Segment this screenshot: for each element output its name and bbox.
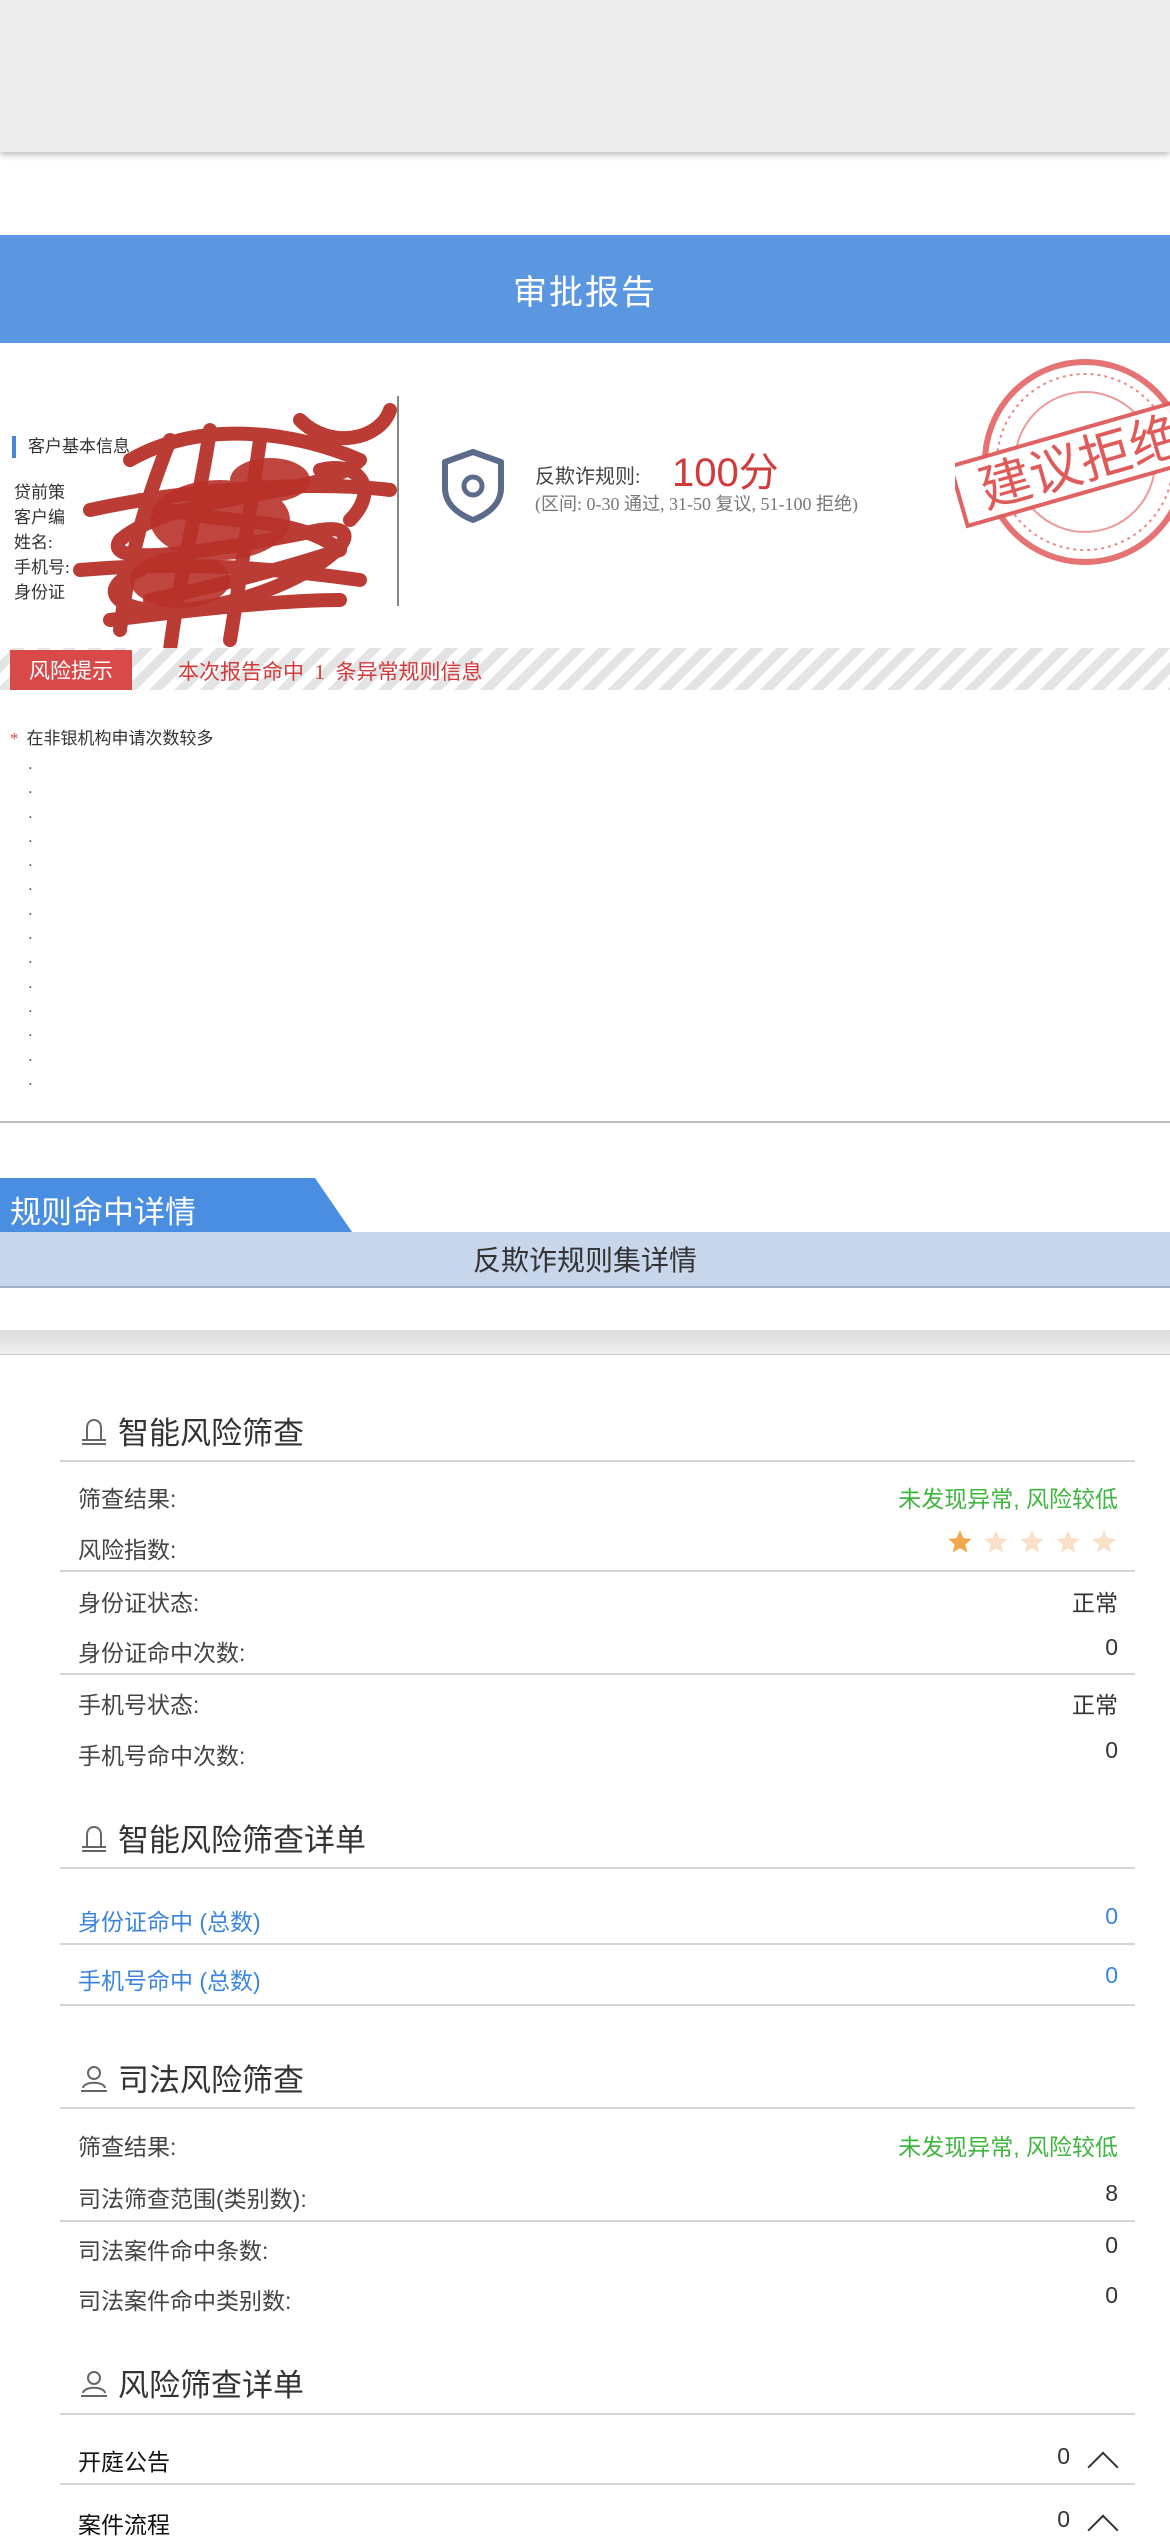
category-hits-label: 司法案件命中类别数: bbox=[78, 2288, 292, 2314]
screen-result-label: 筛查结果: bbox=[78, 1486, 177, 1512]
dot: . bbox=[28, 972, 33, 992]
smart-detail-title: 智能风险筛查详单 bbox=[78, 1815, 366, 1860]
rule-set-subheader: 反欺诈规则集详情 bbox=[0, 1232, 1170, 1288]
risk-index-label: 风险指数: bbox=[78, 1537, 177, 1563]
chevron-up-icon[interactable] bbox=[1087, 2514, 1119, 2546]
risk-tip-bar bbox=[0, 648, 1170, 690]
dot: . bbox=[28, 851, 33, 871]
person-icon bbox=[81, 2370, 107, 2397]
risk-item-text: 在非银机构申请次数较多 bbox=[26, 729, 214, 748]
id-total-value[interactable]: 0 bbox=[1105, 1903, 1118, 1930]
shield-icon bbox=[442, 449, 504, 523]
divider bbox=[60, 2107, 1135, 2109]
dot: . bbox=[28, 948, 33, 968]
star-icon bbox=[1020, 1530, 1044, 1553]
gray-separator bbox=[0, 1330, 1170, 1355]
divider bbox=[60, 1867, 1135, 1869]
id-status-value: 正常 bbox=[1072, 1590, 1118, 1616]
judicial-result-label: 筛查结果: bbox=[78, 2134, 177, 2160]
judicial-result-value: 未发现异常, 风险较低 bbox=[898, 2134, 1118, 2160]
risk-index-stars bbox=[946, 1528, 1118, 1556]
risk-item: * 在非银机构申请次数较多 bbox=[10, 724, 214, 749]
risk-tip-message: 本次报告命中 1 条异常规则信息 bbox=[178, 660, 483, 684]
phone-total-value[interactable]: 0 bbox=[1105, 1962, 1118, 1989]
dot: . bbox=[28, 1069, 33, 1089]
bell-icon bbox=[82, 1418, 106, 1445]
id-hits-label: 身份证命中次数: bbox=[78, 1640, 246, 1666]
risk-detail-title: 风险筛查详单 bbox=[78, 2360, 304, 2405]
asterisk-icon: * bbox=[10, 729, 19, 748]
redaction-scribble bbox=[73, 403, 397, 657]
dot: . bbox=[28, 996, 33, 1016]
dot: . bbox=[28, 924, 33, 944]
star-icon bbox=[1092, 1530, 1116, 1553]
dot: . bbox=[28, 875, 33, 895]
divider bbox=[60, 1460, 1135, 1462]
rule-detail-tab-label: 规则命中详情 bbox=[10, 1195, 196, 1230]
smart-screen-title: 智能风险筛查 bbox=[78, 1408, 304, 1453]
court-notice-value: 0 bbox=[1057, 2443, 1070, 2469]
smart-screen-title-text: 智能风险筛查 bbox=[118, 1416, 304, 1451]
phone-status-value: 正常 bbox=[1072, 1692, 1118, 1718]
case-hits-value: 0 bbox=[1105, 2232, 1118, 2258]
info-divider bbox=[397, 396, 399, 606]
divider bbox=[60, 1570, 1135, 1572]
risk-item-dots: . . . . . . . . . . . . . . bbox=[28, 752, 33, 1092]
risk-tip-tag: 风险提示 bbox=[10, 650, 132, 690]
report-title: 审批报告 bbox=[0, 235, 1170, 343]
chevron-up-icon[interactable] bbox=[1087, 2451, 1119, 2483]
phone-hits-value: 0 bbox=[1105, 1737, 1118, 1763]
top-gray-area bbox=[0, 0, 1170, 152]
divider bbox=[60, 2220, 1135, 2222]
dot: . bbox=[28, 1021, 33, 1041]
risk-detail-title-text: 风险筛查详单 bbox=[118, 2368, 304, 2403]
dot: . bbox=[28, 899, 33, 919]
phone-status-label: 手机号状态: bbox=[78, 1692, 200, 1718]
court-notice-label[interactable]: 开庭公告 bbox=[78, 2443, 170, 2477]
dot: . bbox=[28, 1045, 33, 1065]
dot: . bbox=[28, 778, 33, 798]
phone-hits-label: 手机号命中次数: bbox=[78, 1743, 246, 1769]
smart-detail-title-text: 智能风险筛查详单 bbox=[118, 1823, 366, 1858]
divider bbox=[60, 1943, 1135, 1945]
judicial-scope-label: 司法筛查范围(类别数): bbox=[78, 2186, 307, 2212]
id-total-link[interactable]: 身份证命中 (总数) bbox=[78, 1903, 261, 1937]
case-process-label[interactable]: 案件流程 bbox=[78, 2506, 170, 2540]
case-hits-label: 司法案件命中条数: bbox=[78, 2238, 269, 2264]
phone-total-link[interactable]: 手机号命中 (总数) bbox=[78, 1962, 261, 1996]
bell-icon bbox=[82, 1825, 106, 1852]
screen-result-value: 未发现异常, 风险较低 bbox=[898, 1486, 1118, 1512]
judicial-scope-value: 8 bbox=[1105, 2180, 1118, 2206]
judicial-title-text: 司法风险筛查 bbox=[118, 2063, 304, 2098]
judicial-title: 司法风险筛查 bbox=[78, 2055, 304, 2100]
star-icon bbox=[948, 1530, 972, 1553]
anti-fraud-range: (区间: 0-30 通过, 31-50 复议, 51-100 拒绝) bbox=[535, 494, 858, 514]
divider bbox=[60, 1673, 1135, 1675]
star-icon bbox=[1056, 1530, 1080, 1553]
category-hits-value: 0 bbox=[1105, 2282, 1118, 2308]
star-icon bbox=[984, 1530, 1008, 1553]
divider bbox=[60, 2004, 1135, 2006]
dot: . bbox=[28, 802, 33, 822]
dot: . bbox=[28, 754, 33, 773]
dot: . bbox=[28, 826, 33, 846]
rule-detail-tab: 规则命中详情 bbox=[0, 1178, 352, 1232]
anti-fraud-label: 反欺诈规则: bbox=[535, 466, 641, 488]
stamp-text: 建议拒绝 bbox=[973, 407, 1170, 520]
case-process-value: 0 bbox=[1057, 2506, 1070, 2532]
reject-stamp: 建议拒绝 bbox=[955, 359, 1170, 565]
id-hits-value: 0 bbox=[1105, 1634, 1118, 1660]
section-divider bbox=[0, 1121, 1170, 1123]
person-icon bbox=[81, 2065, 107, 2092]
divider bbox=[60, 2483, 1135, 2485]
divider bbox=[60, 2413, 1135, 2415]
id-status-label: 身份证状态: bbox=[78, 1590, 200, 1616]
